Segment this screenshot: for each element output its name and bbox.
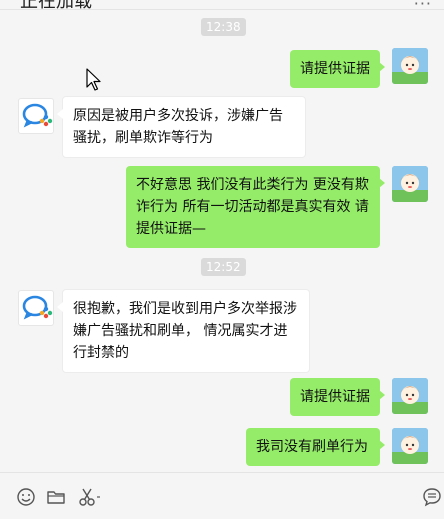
chat-area[interactable]: 12:38 请提供证据 原因是被用户多次投诉，涉嫌广告骚扰，刷单欺诈等行为 不好… [0,10,444,472]
timestamp: 12:38 [201,18,246,36]
input-toolbar [0,472,444,519]
avatar[interactable] [392,428,428,464]
more-icon[interactable]: ··· [414,0,432,9]
avatar[interactable] [18,98,54,134]
emoji-icon[interactable] [16,487,36,507]
message-bubble-sent[interactable]: 我司没有刷单行为 [246,428,385,466]
avatar[interactable] [392,378,428,414]
avatar-image [392,48,428,84]
timestamp: 12:52 [201,258,246,276]
message-bubble-received[interactable]: 原因是被用户多次投诉，涉嫌广告骚扰，刷单欺诈等行为 [57,96,306,158]
chat-title: 正在加载 [20,0,92,9]
message-bubble-sent[interactable]: 请提供证据 [290,378,385,416]
message-bubble-sent[interactable]: 不好意思 我们没有此类行为 更没有欺诈行为 所有一切活动都是真实有效 请提供证据… [126,166,385,248]
avatar[interactable] [392,166,428,202]
avatar-image [392,428,428,464]
wecom-logo-icon [22,295,53,320]
folder-icon[interactable] [46,487,66,507]
message-bubble-received[interactable]: 很抱歉，我们是收到用户多次举报涉嫌广告骚扰和刷单， 情况属实才进行封禁的 [57,289,310,373]
wecom-logo-icon [22,103,53,128]
title-bar: 正在加载 ··· [0,0,444,10]
mouse-cursor-icon [86,68,101,91]
avatar-image [392,378,428,414]
chat-history-icon[interactable] [422,487,442,507]
avatar[interactable] [18,290,54,326]
avatar-image [392,166,428,202]
scissors-icon[interactable] [78,487,104,507]
message-bubble-sent[interactable]: 请提供证据 [290,50,385,88]
avatar[interactable] [392,48,428,84]
